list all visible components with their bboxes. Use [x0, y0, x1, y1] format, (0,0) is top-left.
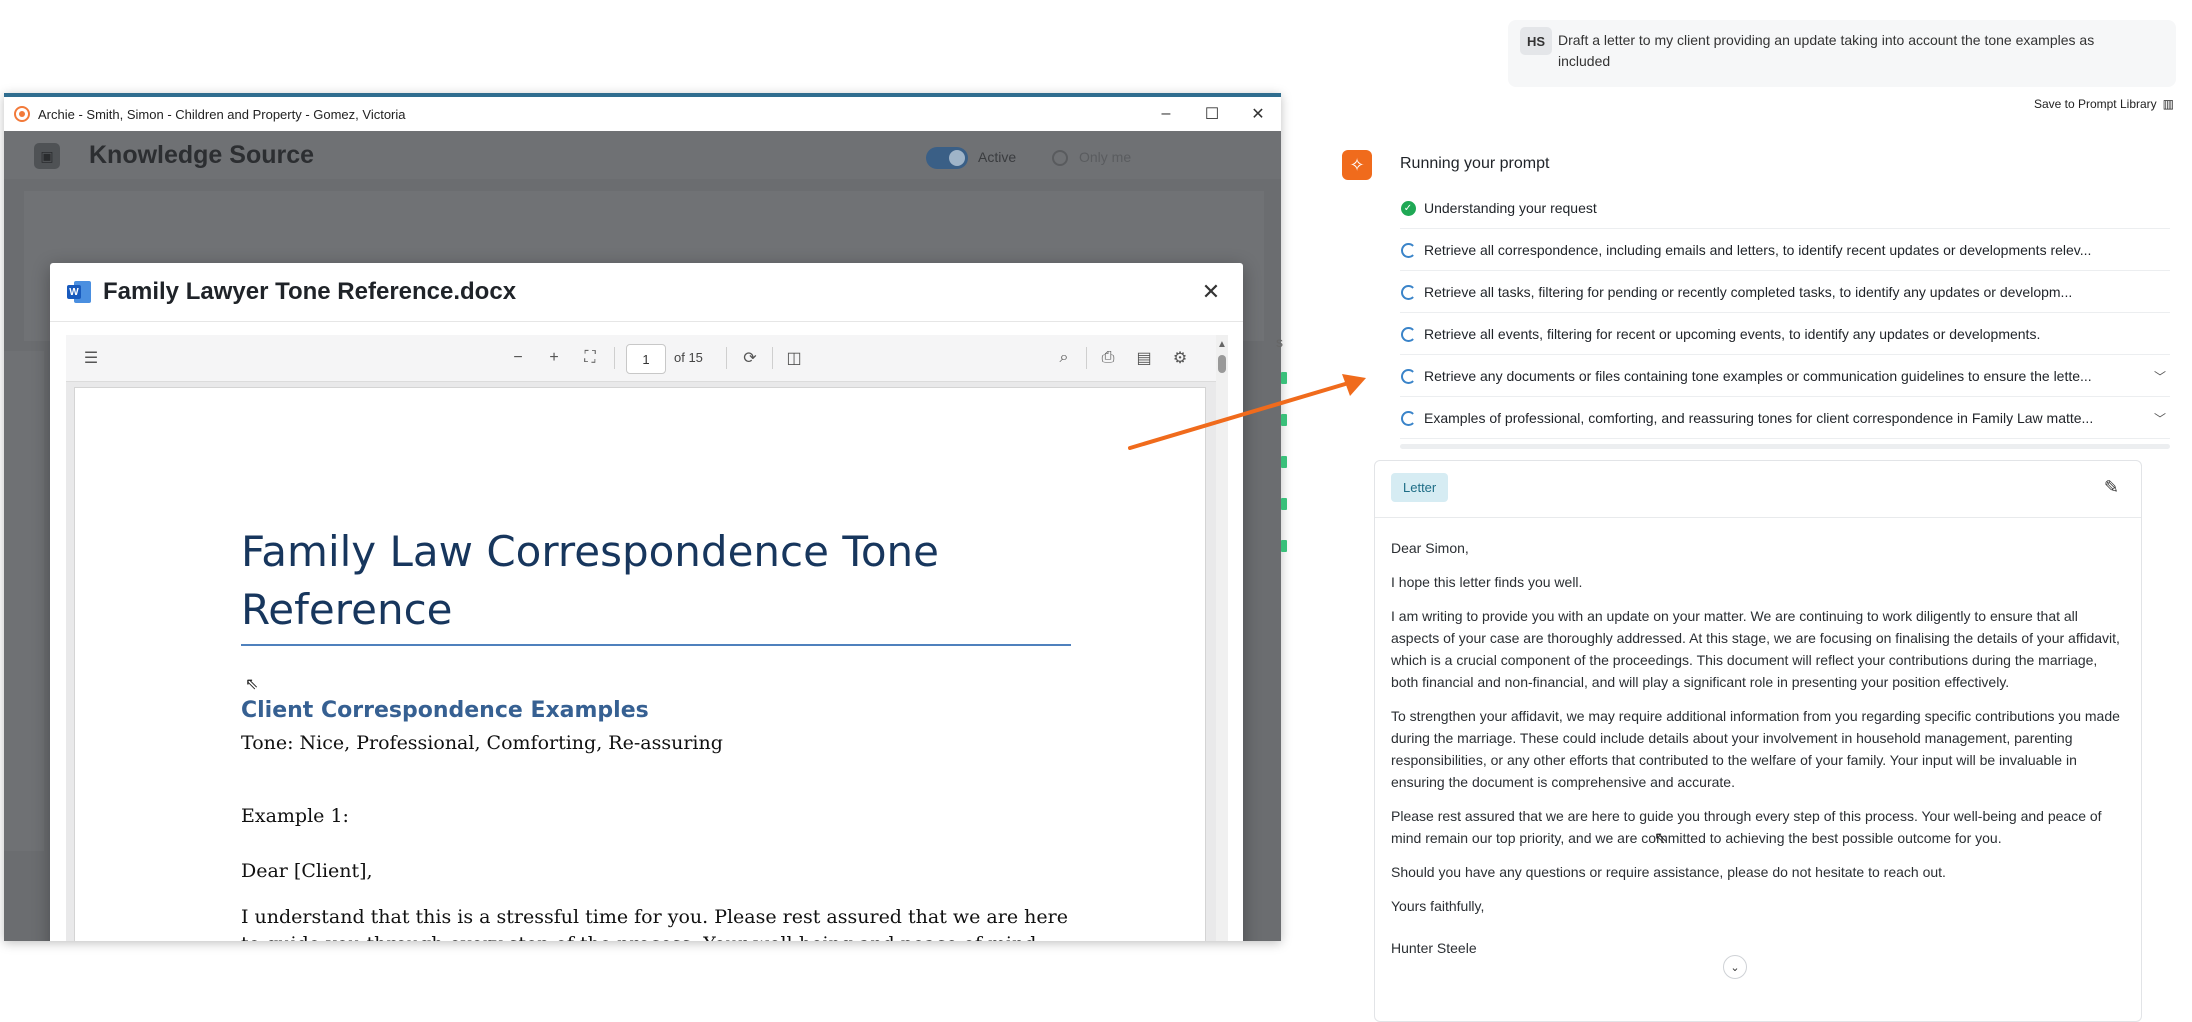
step-label: Retrieve any documents or files containi…	[1424, 368, 2092, 384]
knowledge-source-header: ▣ Knowledge Source Active Only me	[4, 131, 1281, 179]
letter-paragraph: Dear Simon,	[1391, 540, 1469, 556]
partial-background-text: s	[1276, 334, 1283, 350]
step-label: Retrieve all tasks, filtering for pendin…	[1424, 284, 2073, 300]
letter-paragraph: Should you have any questions or require…	[1391, 864, 1946, 880]
toolbar-divider	[726, 347, 727, 369]
active-toggle[interactable]	[926, 147, 968, 169]
letter-card: Letter ✎ Dear Simon, I hope this letter …	[1374, 460, 2142, 1022]
window-title: Archie - Smith, Simon - Children and Pro…	[38, 106, 406, 122]
print-icon[interactable]: ⎙	[1096, 347, 1120, 369]
tone-line: Tone: Nice, Professional, Comforting, Re…	[241, 732, 723, 754]
save-to-prompt-library-button[interactable]: Save to Prompt Library ▥	[2034, 97, 2174, 111]
minimize-button[interactable]: –	[1143, 97, 1189, 131]
steps-divider	[1400, 444, 2170, 449]
knowledge-source-icon: ▣	[34, 143, 60, 169]
library-icon: ▥	[2162, 97, 2174, 111]
step-label: Retrieve all events, filtering for recen…	[1424, 326, 2041, 342]
knowledge-source-title: Knowledge Source	[89, 141, 315, 169]
step-item[interactable]: ✓ Understanding your request	[1400, 188, 2170, 229]
spinner-icon	[1400, 368, 1416, 384]
example-salutation: Dear [Client],	[241, 860, 373, 882]
close-dialog-button[interactable]: ✕	[1191, 272, 1231, 312]
save-icon[interactable]: ▤	[1132, 347, 1156, 369]
spinner-icon	[1400, 284, 1416, 300]
letter-paragraph: I am writing to provide you with an upda…	[1391, 608, 2120, 690]
search-icon[interactable]: ⌕	[1052, 347, 1076, 369]
example-label: Example 1:	[241, 805, 349, 827]
only-me-radio[interactable]	[1052, 150, 1068, 166]
app-window: Archie - Smith, Simon - Children and Pro…	[4, 93, 1281, 941]
step-item[interactable]: Retrieve all events, filtering for recen…	[1400, 314, 2170, 355]
maximize-button[interactable]: ☐	[1189, 97, 1235, 131]
page-total-label: of 15	[674, 350, 703, 365]
step-item[interactable]: Retrieve all correspondence, including e…	[1400, 230, 2170, 271]
user-avatar: HS	[1520, 27, 1552, 55]
active-label: Active	[978, 149, 1017, 165]
document-subheading: Client Correspondence Examples	[241, 698, 649, 723]
toolbar-divider	[1086, 347, 1087, 369]
dialog-header: W Family Lawyer Tone Reference.docx ✕	[50, 263, 1243, 322]
pdf-viewer: ☰ − + ⛶ 1 of 15 ⟳ ◫ ⌕ ⎙ ▤ ⚙ Family Law C…	[66, 335, 1228, 941]
save-prompt-label: Save to Prompt Library	[2033, 97, 2157, 111]
step-item[interactable]: Retrieve any documents or files containi…	[1400, 356, 2170, 397]
user-message-text: Draft a letter to my client providing an…	[1558, 32, 2095, 69]
window-titlebar[interactable]: Archie - Smith, Simon - Children and Pro…	[4, 97, 1281, 131]
letter-paragraph: I hope this letter finds you well.	[1391, 574, 1583, 590]
collapse-chevron-button[interactable]: ⌄	[1723, 955, 1747, 979]
user-message-bubble: HS Draft a letter to my client providing…	[1508, 20, 2176, 87]
zoom-out-icon[interactable]: −	[506, 347, 530, 369]
mouse-cursor-icon: ⇖	[245, 676, 259, 693]
chevron-down-icon[interactable]: ﹀	[2150, 410, 2170, 427]
zoom-in-icon[interactable]: +	[542, 347, 566, 369]
ai-assistant-icon: ✧	[1342, 150, 1372, 180]
app-logo-icon	[14, 106, 30, 122]
step-label: Examples of professional, comforting, an…	[1424, 410, 2094, 426]
dialog-title: Family Lawyer Tone Reference.docx	[103, 278, 517, 305]
spinner-icon	[1400, 326, 1416, 342]
mouse-cursor-icon: ⇖	[1654, 830, 1668, 847]
scroll-up-icon[interactable]: ▲	[1217, 339, 1227, 350]
toolbar-divider	[772, 347, 773, 369]
step-item[interactable]: Retrieve all tasks, filtering for pendin…	[1400, 272, 2170, 313]
annotation-arrow	[1128, 374, 1366, 450]
step-item[interactable]: Examples of professional, comforting, an…	[1400, 398, 2170, 439]
settings-gear-icon[interactable]: ⚙	[1168, 347, 1192, 369]
only-me-label: Only me	[1079, 149, 1132, 165]
pdf-toolbar: ☰ − + ⛶ 1 of 15 ⟳ ◫ ⌕ ⎙ ▤ ⚙	[66, 335, 1216, 382]
letter-body: Dear Simon, I hope this letter finds you…	[1391, 537, 2126, 971]
letter-paragraph: To strengthen your affidavit, we may req…	[1391, 708, 2120, 790]
example-paragraph: I understand that this is a stressful ti…	[241, 906, 1068, 941]
close-window-button[interactable]: ✕	[1235, 97, 1281, 131]
document-heading: Family Law Correspondence Tone Reference	[241, 527, 940, 634]
document-preview-dialog: W Family Lawyer Tone Reference.docx ✕ ☰ …	[50, 263, 1243, 941]
page-view-icon[interactable]: ◫	[782, 347, 806, 369]
edit-pencil-icon[interactable]: ✎	[2104, 477, 2119, 498]
step-label: Understanding your request	[1424, 200, 1597, 216]
page-number-input[interactable]: 1	[626, 344, 666, 374]
letter-card-header: Letter ✎	[1375, 461, 2141, 518]
letter-signature: Hunter Steele	[1391, 940, 1477, 956]
letter-paragraph: Yours faithfully,	[1391, 898, 1485, 914]
chevron-down-icon[interactable]: ﹀	[2150, 368, 2170, 385]
check-icon: ✓	[1400, 200, 1416, 216]
toolbar-divider	[614, 347, 615, 369]
rotate-icon[interactable]: ⟳	[738, 347, 762, 369]
heading-rule	[241, 644, 1071, 646]
word-document-icon: W	[67, 281, 91, 303]
document-page: Family Law Correspondence Tone Reference…	[74, 387, 1206, 941]
letter-paragraph: Please rest assured that we are here to …	[1391, 808, 2102, 846]
outline-icon[interactable]: ☰	[78, 347, 104, 369]
spinner-icon	[1400, 242, 1416, 258]
step-label: Retrieve all correspondence, including e…	[1424, 242, 2092, 258]
fit-page-icon[interactable]: ⛶	[578, 347, 602, 369]
letter-type-chip: Letter	[1391, 473, 1449, 502]
background-sidebar	[4, 351, 44, 851]
spinner-icon	[1400, 410, 1416, 426]
running-prompt-title: Running your prompt	[1400, 155, 1550, 172]
